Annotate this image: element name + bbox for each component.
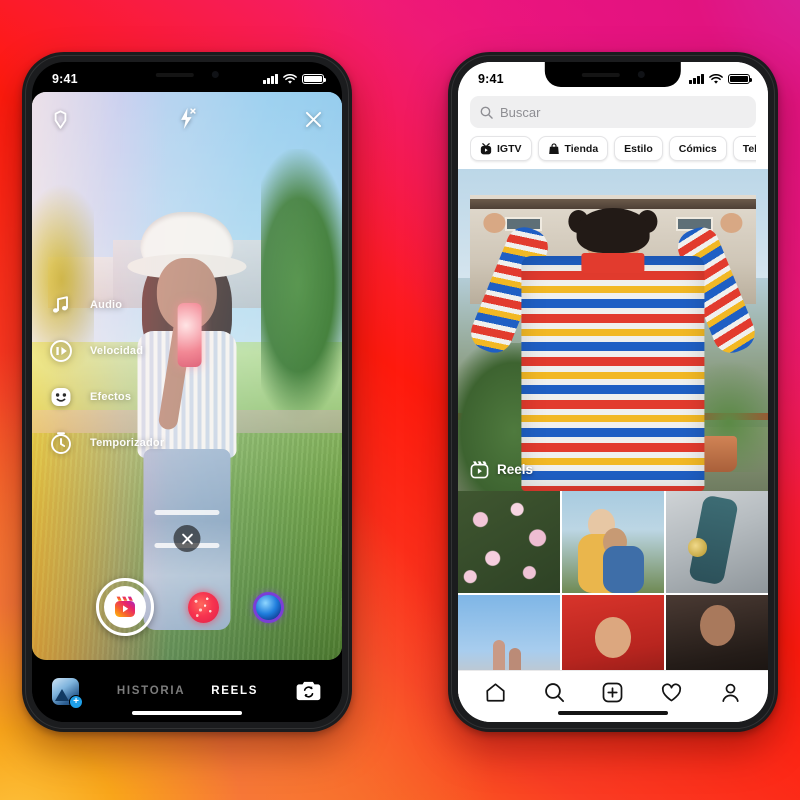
nav-home-icon[interactable] [484, 681, 507, 704]
reels-clapperboard-icon [470, 461, 489, 479]
featured-reel-card[interactable]: Reels [458, 169, 768, 491]
timer-icon [48, 430, 74, 456]
home-indicator-left [132, 710, 242, 715]
reels-record-button[interactable] [96, 578, 154, 636]
tool-audio[interactable]: Audio [48, 282, 164, 328]
category-pill-row: IGTV Tienda Estilo Cómics Te [470, 128, 756, 169]
battery-icon [302, 73, 327, 85]
signal-bars-icon [263, 74, 278, 84]
notch [544, 62, 682, 87]
close-icon[interactable] [303, 109, 324, 130]
reels-badge: Reels [469, 459, 533, 480]
tool-audio-label: Audio [90, 299, 123, 311]
explore-page: Buscar IGTV Tienda Estilo Cómics Te Reel… [458, 62, 768, 722]
signal-bars-icon [689, 74, 704, 84]
reels-badge-label: Reels [497, 462, 534, 477]
explore-photo-grid [458, 491, 768, 698]
tool-timer-label: Temporizador [90, 437, 165, 449]
right-phone-screen: Buscar IGTV Tienda Estilo Cómics Te Reel… [458, 62, 768, 722]
battery-icon [728, 73, 753, 85]
phone-right-explore: Buscar IGTV Tienda Estilo Cómics Te Reel… [448, 52, 778, 732]
front-camera-dot [637, 71, 645, 78]
tool-effects[interactable]: Efectos [48, 374, 164, 420]
tool-speed-label: Velocidad [90, 345, 144, 357]
grid-cell-friends-hug[interactable] [561, 491, 665, 594]
skateboard-wheel [688, 538, 707, 557]
pill-igtv[interactable]: IGTV [470, 136, 532, 161]
search-placeholder: Buscar [500, 104, 541, 120]
home-indicator-right [558, 710, 668, 715]
flip-camera-icon[interactable] [296, 680, 322, 702]
scene-tree-right [261, 148, 342, 422]
cancel-recording-button[interactable] [173, 525, 201, 552]
gallery-add-badge: + [69, 694, 83, 709]
nav-add-icon[interactable] [601, 681, 624, 704]
wifi-icon [709, 73, 723, 84]
igtv-icon [480, 142, 492, 154]
effect-confetti-thumbnail[interactable] [188, 591, 219, 623]
tool-effects-label: Efectos [90, 391, 132, 403]
record-button-inner [104, 586, 146, 628]
nav-profile-icon[interactable] [719, 681, 742, 704]
shopping-bag-icon [548, 142, 559, 154]
search-icon [480, 106, 493, 119]
notch [118, 62, 256, 87]
grid-cell-flowers[interactable] [458, 491, 561, 594]
pill-estilo-label: Estilo [624, 142, 653, 155]
close-small-icon [181, 533, 193, 544]
camera-viewfinder[interactable]: Audio Velocidad Efectos Temporizador [32, 92, 342, 660]
earpiece-speaker [581, 72, 620, 77]
left-phone-screen: 9:41 Audio Velocidad Efectos Temporizado… [32, 62, 342, 722]
camera-tab-historia[interactable]: HISTORIA [117, 685, 185, 697]
gallery-thumb-image [55, 688, 69, 701]
settings-icon[interactable] [50, 109, 71, 130]
reel-subject-collar [581, 252, 645, 273]
phone-left-reels-camera: 9:41 Audio Velocidad Efectos Temporizado… [22, 52, 352, 732]
pill-tienda[interactable]: Tienda [537, 136, 609, 161]
reel-subject-hair [576, 207, 650, 253]
subject-held-object [178, 303, 202, 367]
left-status-time: 9:41 [52, 72, 78, 86]
reels-clapperboard-icon [115, 596, 135, 617]
pill-tienda-label: Tienda [564, 142, 599, 155]
pill-comics[interactable]: Cómics [668, 136, 727, 161]
music-note-icon [48, 292, 74, 318]
gallery-thumbnail[interactable]: + [52, 677, 83, 709]
camera-top-controls [32, 98, 342, 140]
wifi-icon [283, 73, 297, 84]
reel-subject-person [465, 207, 761, 491]
nav-search-icon[interactable] [543, 681, 566, 704]
explore-content[interactable]: Reels [458, 169, 768, 722]
front-camera-dot [211, 71, 219, 78]
camera-tab-reels[interactable]: REELS [211, 685, 258, 697]
red-jacket-face [594, 617, 632, 659]
camera-shutter-row [32, 576, 342, 638]
tool-speed[interactable]: Velocidad [48, 328, 164, 374]
effect-orb-thumbnail[interactable] [253, 591, 284, 623]
hug-body-b [602, 546, 644, 594]
pill-igtv-label: IGTV [497, 142, 522, 155]
pill-television-label: Televisión y cine [742, 142, 756, 155]
pill-comics-label: Cómics [678, 142, 717, 155]
flash-off-icon[interactable] [176, 107, 198, 131]
portrait-face [700, 605, 736, 647]
pill-television-y-cine[interactable]: Televisión y cine [732, 136, 756, 161]
speed-icon [48, 338, 74, 364]
effects-face-icon [48, 384, 74, 410]
search-input[interactable]: Buscar [470, 96, 756, 128]
pill-estilo[interactable]: Estilo [614, 136, 663, 161]
camera-mode-tabs: HISTORIA REELS [79, 685, 296, 697]
nav-activity-icon[interactable] [660, 681, 683, 704]
grid-cell-skateboard[interactable] [665, 491, 768, 594]
earpiece-speaker [155, 72, 194, 77]
reel-subject-striped-shirt [521, 255, 705, 491]
right-status-time: 9:41 [478, 72, 504, 86]
camera-tool-rail: Audio Velocidad Efectos Temporizador [48, 282, 164, 466]
tool-timer[interactable]: Temporizador [48, 420, 164, 466]
reel-subject-hand-left [483, 213, 506, 234]
